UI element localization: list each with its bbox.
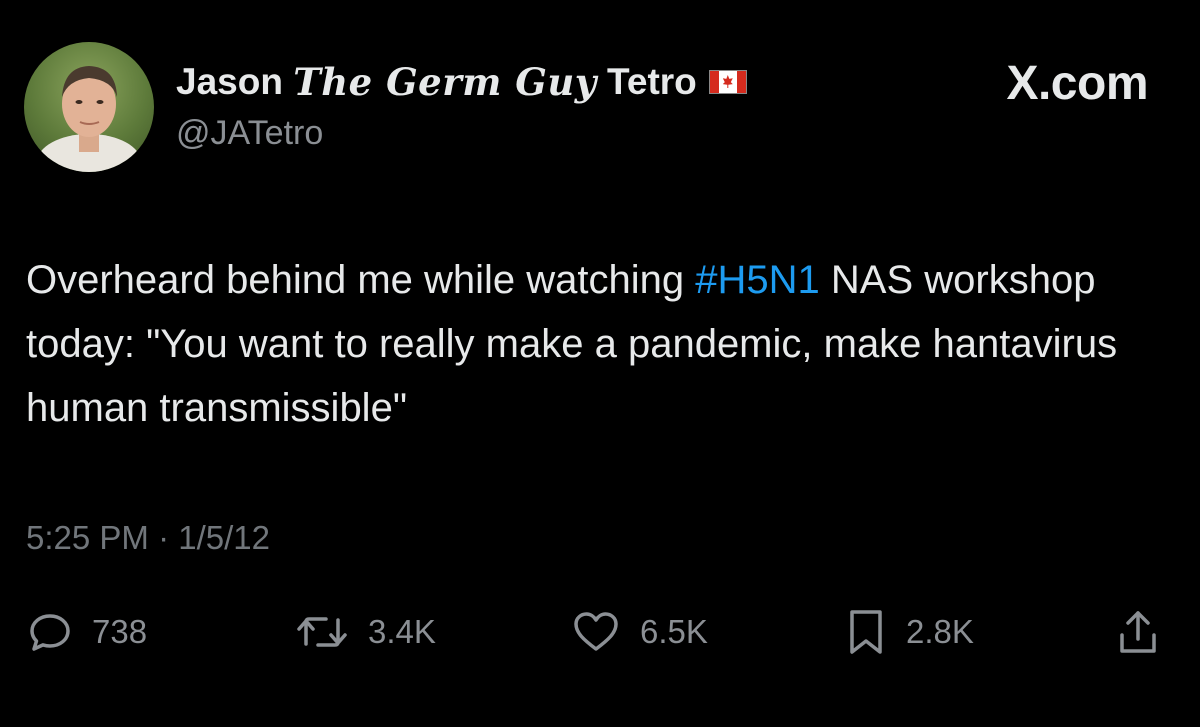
bookmark-button[interactable]: 2.8K: [844, 604, 974, 660]
reply-button[interactable]: 738: [26, 604, 147, 660]
reply-icon: [26, 608, 74, 656]
avatar[interactable]: [24, 42, 154, 172]
display-name-nickname: The Germ Guy: [293, 60, 597, 104]
timestamp-separator: ·: [158, 519, 170, 556]
bookmark-count: 2.8K: [906, 613, 974, 650]
like-button[interactable]: 6.5K: [570, 604, 708, 660]
hashtag-link[interactable]: #H5N1: [695, 258, 820, 302]
action-bar: 738 3.4K 6.5K 2.8K: [26, 604, 1176, 660]
tweet-date: 1/5/12: [178, 519, 270, 556]
display-name-first: Jason: [176, 61, 283, 102]
tweet-card: Jason The Germ Guy Tetro @JATetro X.com …: [0, 0, 1200, 727]
like-count: 6.5K: [640, 613, 708, 650]
bookmark-icon: [844, 606, 888, 658]
reply-count: 738: [92, 613, 148, 650]
share-button[interactable]: [1116, 604, 1160, 660]
brand-label: X.com: [1006, 57, 1148, 110]
tweet-time: 5:25 PM: [26, 519, 149, 556]
user-handle[interactable]: @JATetro: [176, 112, 747, 154]
display-name[interactable]: Jason The Germ Guy Tetro: [176, 58, 747, 106]
canada-flag-icon: [708, 70, 747, 94]
tweet-timestamp[interactable]: 5:25 PM · 1/5/12: [26, 512, 270, 564]
repost-count: 3.4K: [368, 613, 436, 650]
heart-icon: [570, 608, 622, 656]
avatar-photo: [37, 66, 141, 172]
repost-icon: [294, 608, 350, 656]
repost-button[interactable]: 3.4K: [294, 604, 436, 660]
share-icon: [1116, 607, 1160, 657]
tweet-text-before: Overheard behind me while watching: [26, 258, 696, 302]
tweet-text: Overheard behind me while watching #H5N1…: [26, 248, 1176, 440]
display-name-last: Tetro: [607, 61, 697, 102]
author-block: Jason The Germ Guy Tetro @JATetro: [176, 58, 747, 154]
